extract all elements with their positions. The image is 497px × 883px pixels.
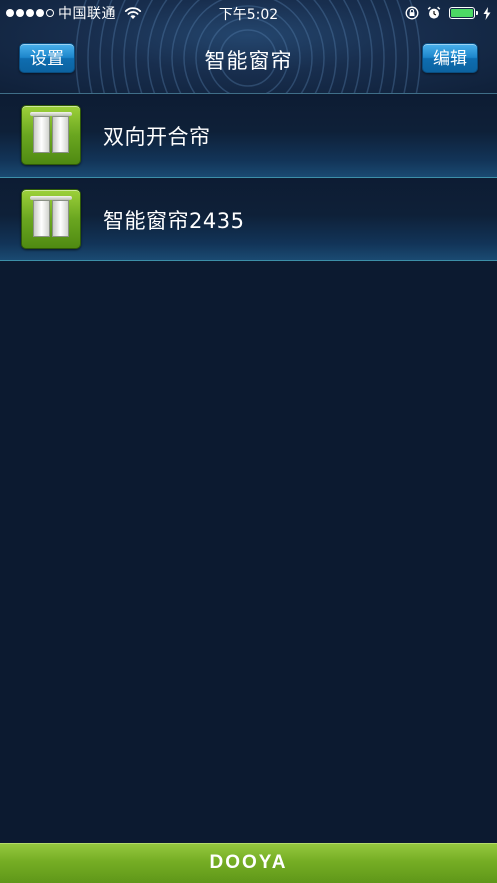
- curtain-icon: [21, 189, 81, 249]
- device-list: 双向开合帘 智能窗帘2435: [0, 94, 497, 261]
- device-name: 双向开合帘: [103, 125, 211, 149]
- curtain-icon: [21, 105, 81, 165]
- footer-bar: DOOYA: [0, 843, 497, 883]
- status-bar: 中国联通 下午5:02: [0, 0, 497, 26]
- charging-bolt-icon: [483, 6, 491, 20]
- brand-logo: DOOYA: [209, 852, 288, 873]
- device-name: 智能窗帘2435: [103, 209, 245, 233]
- orientation-lock-icon: [405, 6, 419, 20]
- alarm-icon: [427, 6, 441, 19]
- status-right: [405, 5, 491, 21]
- app-screen: 设置 智能窗帘 编辑 中国联通 下午5:02 双向开合帘 智能窗帘2435 DO…: [0, 0, 497, 883]
- device-row[interactable]: 智能窗帘2435: [0, 178, 497, 261]
- battery-icon: [449, 7, 478, 19]
- battery-level-fill: [451, 9, 473, 17]
- device-row[interactable]: 双向开合帘: [0, 94, 497, 178]
- edit-button[interactable]: 编辑: [422, 43, 478, 73]
